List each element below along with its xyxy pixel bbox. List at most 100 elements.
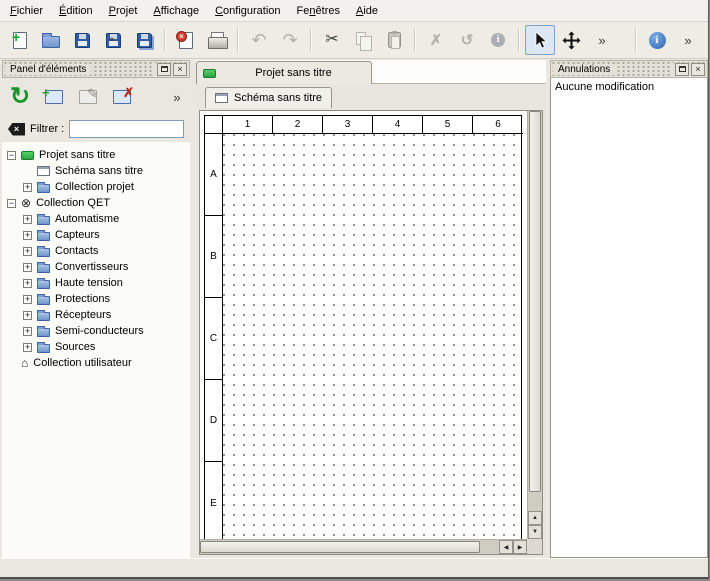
horizontal-scrollbar-thumb[interactable]	[200, 541, 480, 553]
float-dock-button[interactable]	[157, 63, 171, 76]
vertical-scrollbar-thumb[interactable]	[529, 111, 541, 492]
close-file-button[interactable]: ×	[171, 25, 201, 55]
tree-item-haute-tension[interactable]: +Haute tension	[2, 275, 190, 291]
expander-icon[interactable]: +	[23, 343, 32, 352]
expander-icon[interactable]: +	[23, 311, 32, 320]
save-button[interactable]	[67, 25, 97, 55]
copy-button[interactable]	[348, 25, 378, 55]
rotate-button[interactable]: ↺	[452, 25, 482, 55]
tree-item-sources[interactable]: + Sources	[2, 339, 190, 355]
float-dock-button[interactable]	[675, 63, 689, 76]
about-button[interactable]: i	[642, 25, 672, 55]
tree-item-automatisme[interactable]: +Automatisme	[2, 211, 190, 227]
tree-item-contacts[interactable]: +Contacts	[2, 243, 190, 259]
expander-icon[interactable]: −	[7, 199, 16, 208]
folder-icon	[37, 280, 50, 289]
diagram-canvas[interactable]: 1 2 3 4 5 6 A B C D E	[200, 111, 527, 539]
menu-item-fenetres[interactable]: Fenêtres	[289, 1, 348, 21]
expander-icon[interactable]: +	[23, 263, 32, 272]
horizontal-scrollbar[interactable]: ◀ ▶	[200, 539, 527, 554]
edit-element-button[interactable]: ✎	[74, 83, 102, 111]
tab-projet-sans-titre[interactable]: Projet sans titre	[196, 61, 372, 84]
delete-element-button[interactable]: ✗	[108, 83, 136, 111]
undo-history-list[interactable]: Aucune modification	[550, 78, 708, 558]
tree-item-recepteurs[interactable]: +Récepteurs	[2, 307, 190, 323]
expander-icon[interactable]: +	[23, 231, 32, 240]
expander-icon[interactable]: +	[23, 295, 32, 304]
expander-icon[interactable]: +	[23, 247, 32, 256]
menu-text: ffichage	[161, 5, 199, 17]
scroll-left-button[interactable]: ◀	[499, 540, 513, 554]
expander-icon[interactable]: +	[23, 279, 32, 288]
diagram-sheet[interactable]: 1 2 3 4 5 6 A B C D E	[204, 115, 522, 539]
tree-item-collection-utilisateur[interactable]: ⌂Collection utilisateur	[2, 355, 190, 371]
print-button[interactable]	[202, 25, 232, 55]
redo-button[interactable]: ↷	[275, 25, 305, 55]
select-mode-button[interactable]	[525, 25, 555, 55]
toolbar-separator	[237, 28, 239, 52]
tree-item-collection-qet[interactable]: −⊗Collection QET	[2, 195, 190, 211]
new-file-button[interactable]: +	[5, 25, 35, 55]
save-as-button[interactable]: ✎	[98, 25, 128, 55]
vertical-scrollbar[interactable]: ▲ ▼	[527, 111, 542, 539]
expander-icon[interactable]: +	[23, 183, 32, 192]
panel-overflow-button[interactable]: »	[168, 83, 186, 111]
pan-mode-button[interactable]	[556, 25, 586, 55]
menu-item-aide[interactable]: Aide	[348, 1, 386, 21]
close-dock-button[interactable]: ×	[691, 63, 705, 76]
tree-item-semi-conducteurs[interactable]: + Semi-conducteurs	[2, 323, 190, 339]
close-file-icon: ×	[179, 32, 193, 49]
refresh-icon: ↻	[10, 85, 30, 109]
elements-panel-titlebar[interactable]: Panel d'éléments ×	[2, 60, 190, 78]
menu-item-edition[interactable]: Édition	[51, 1, 101, 21]
elements-panel-dock: Panel d'éléments × ↻ + ✎ ✗ » × Filtrer :…	[2, 60, 190, 558]
tree-item-label: Sources	[55, 341, 95, 353]
menu-item-configuration[interactable]: Configuration	[207, 1, 288, 21]
menu-item-projet[interactable]: Projet	[101, 1, 146, 21]
delete-button[interactable]: ✗	[421, 25, 451, 55]
expander-icon[interactable]: −	[7, 151, 16, 160]
cut-button[interactable]: ✂	[317, 25, 347, 55]
new-element-icon: +	[45, 90, 63, 104]
column-header: 5	[423, 116, 473, 134]
tree-item-label: Semi-conducteurs	[55, 325, 144, 337]
tree-item-collection-projet[interactable]: +Collection projet	[2, 179, 190, 195]
scroll-right-button[interactable]: ▶	[513, 540, 527, 554]
menu-item-fichier[interactable]: Fichier	[2, 1, 51, 21]
scroll-up-button[interactable]: ▲	[528, 511, 542, 525]
tree-item-convertisseurs[interactable]: +Convertisseurs	[2, 259, 190, 275]
undo-button[interactable]: ↶	[244, 25, 274, 55]
rotate-icon: ↺	[461, 33, 474, 48]
properties-button[interactable]: i	[483, 25, 513, 55]
reload-collections-button[interactable]: ↻	[6, 83, 34, 111]
left-arrow-icon: ◀	[504, 544, 509, 551]
application-window: Fichier Édition Projet Affichage Configu…	[0, 0, 709, 579]
folder-icon	[37, 184, 50, 193]
tree-item-projet-sans-titre[interactable]: − Projet sans titre	[2, 147, 190, 163]
tree-item-schema-sans-titre[interactable]: Schéma sans titre	[2, 163, 190, 179]
clear-filter-icon[interactable]: ×	[8, 123, 25, 136]
dot-grid[interactable]	[223, 134, 521, 539]
undo-dock-titlebar[interactable]: Annulations ×	[550, 60, 708, 78]
menu-item-affichage[interactable]: Affichage	[145, 1, 207, 21]
tree-item-label: Projet sans titre	[39, 149, 115, 161]
column-ruler: 1 2 3 4 5 6	[223, 116, 523, 134]
expander-icon[interactable]: +	[23, 327, 32, 336]
pencil-icon: ✎	[108, 37, 118, 47]
dock-buttons: ×	[672, 63, 705, 76]
new-element-button[interactable]: +	[40, 83, 68, 111]
help-overflow-button[interactable]: »	[673, 25, 703, 55]
expander-icon[interactable]: +	[23, 215, 32, 224]
filter-input[interactable]	[69, 120, 184, 138]
open-file-button[interactable]	[36, 25, 66, 55]
tree-item-protections[interactable]: +Protections	[2, 291, 190, 307]
save-all-button[interactable]	[129, 25, 159, 55]
column-header: 6	[473, 116, 523, 134]
tree-item-capteurs[interactable]: +Capteurs	[2, 227, 190, 243]
tab-schema-sans-titre[interactable]: Schéma sans titre	[205, 87, 332, 108]
edit-element-icon: ✎	[79, 90, 97, 104]
paste-button[interactable]	[379, 25, 409, 55]
close-dock-button[interactable]: ×	[173, 63, 187, 76]
scroll-down-button[interactable]: ▼	[528, 525, 542, 539]
toolbar-overflow-button[interactable]: »	[587, 25, 617, 55]
